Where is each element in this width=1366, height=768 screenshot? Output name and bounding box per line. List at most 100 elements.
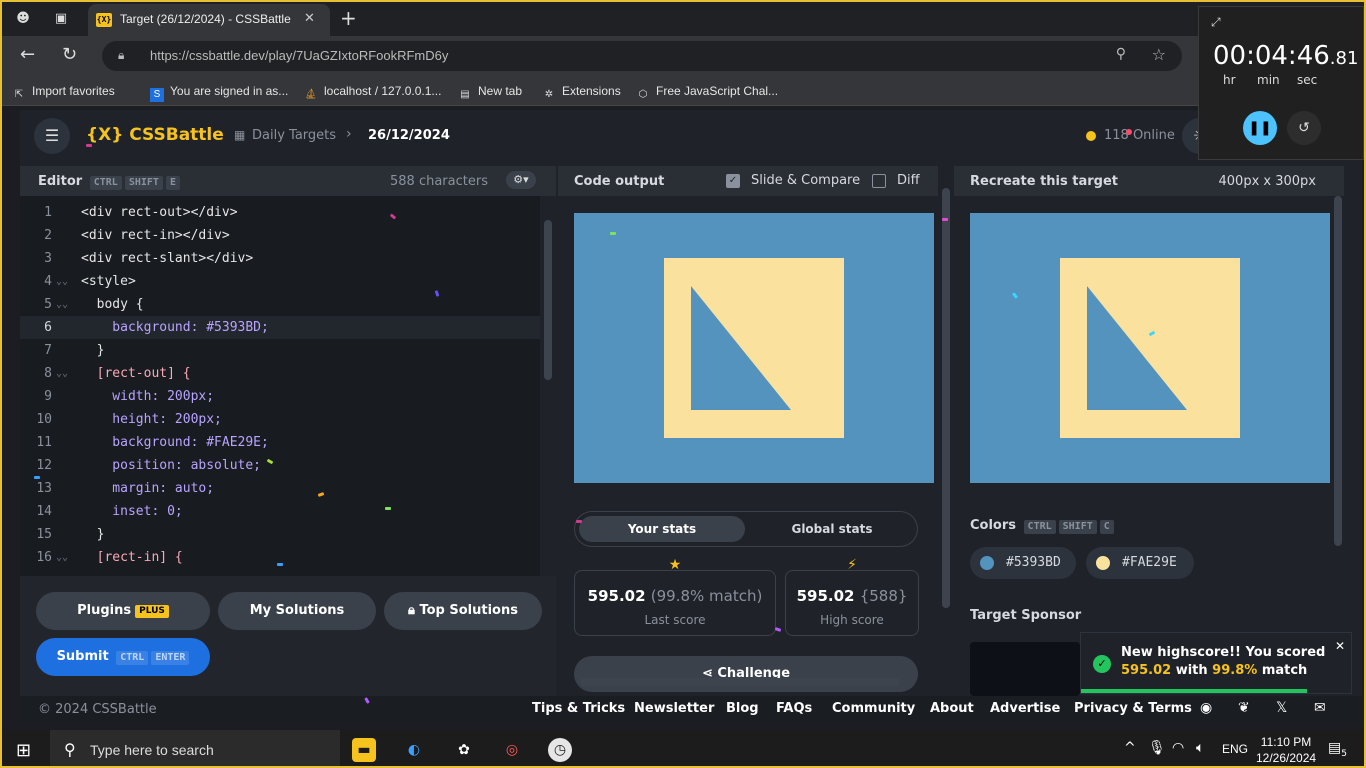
footer-link-tips[interactable]: Tips & Tricks [532, 701, 625, 716]
footer-link-about[interactable]: About [930, 701, 974, 716]
plugins-button[interactable]: Plugins PLUS [36, 592, 210, 630]
code-line[interactable]: 3 <div rect-slant></div> [20, 247, 540, 270]
profile-avatar-icon[interactable]: ☻ [12, 8, 34, 30]
code-editor[interactable]: 1 <div rect-out></div> 2 <div rect-in></di… [20, 196, 556, 576]
taskbar-search[interactable]: ⚲ Type here to search [50, 730, 340, 766]
editor-scrollbar[interactable] [540, 196, 556, 576]
code-line[interactable]: 12 position: absolute; [20, 454, 540, 477]
windows-start-icon[interactable]: ⊞ [16, 740, 31, 761]
toast-progress [1081, 689, 1307, 693]
output-h-scroll-thumb[interactable] [580, 678, 900, 686]
code-line[interactable]: 9 width: 200px; [20, 385, 540, 408]
code-line[interactable]: 15 } [20, 523, 540, 546]
code-line[interactable]: 2 <div rect-in></div> [20, 224, 540, 247]
code-line[interactable]: 5 ⌄⌄ body { [20, 293, 540, 316]
diff-checkbox[interactable] [872, 174, 886, 188]
tab-global-stats[interactable]: Global stats [749, 516, 915, 542]
fold-chevron-icon[interactable]: ⌄⌄ [56, 546, 68, 569]
footer-link-faqs[interactable]: FAQs [776, 701, 812, 716]
fold-chevron-icon[interactable]: ⌄⌄ [56, 270, 68, 293]
expand-icon[interactable]: ⤢ [1211, 15, 1221, 30]
target-scroll-thumb[interactable] [1334, 196, 1342, 546]
output-preview[interactable] [574, 213, 934, 483]
microphone-icon[interactable]: 🎙︎ [1148, 740, 1166, 756]
file-explorer-icon[interactable]: ▬ [352, 738, 376, 762]
fav-label: Extensions [562, 84, 621, 98]
code-line[interactable]: 10 height: 200px; [20, 408, 540, 431]
tab-your-stats[interactable]: Your stats [579, 516, 745, 542]
fav-signed-in[interactable]: S You are signed in as... [150, 84, 288, 102]
zoom-icon[interactable]: ⚲ [1116, 46, 1126, 62]
browser-tab[interactable]: {X} Target (26/12/2024) - CSSBattle ✕ [88, 4, 330, 36]
pause-icon[interactable]: ❚❚ [1243, 111, 1277, 145]
code-line[interactable]: 4 ⌄⌄ <style> [20, 270, 540, 293]
back-icon[interactable]: ← [20, 44, 35, 65]
footer-link-privacy[interactable]: Privacy & Terms [1074, 701, 1192, 716]
fav-new-tab[interactable]: ▤ New tab [458, 84, 522, 102]
sponsor-banner[interactable] [970, 642, 1080, 696]
mail-icon[interactable]: ✉ [1314, 700, 1326, 716]
slide-compare-checkbox[interactable]: ✓ [726, 174, 740, 188]
favorite-star-icon[interactable]: ☆ [1152, 45, 1166, 64]
fav-extensions[interactable]: ✲ Extensions [542, 84, 621, 102]
submit-button[interactable]: Submit CTRL ENTER [36, 638, 210, 676]
url-text[interactable]: https://cssbattle.dev/play/7UaGZIxtoRFoo… [150, 48, 448, 63]
editor-scroll-thumb[interactable] [544, 220, 552, 380]
notifications-icon[interactable]: ▤5 [1328, 740, 1347, 759]
code-line[interactable]: 7 } [20, 339, 540, 362]
tray-chevron-up-icon[interactable]: ^ [1124, 740, 1136, 756]
footer-link-blog[interactable]: Blog [726, 701, 759, 716]
footer-link-newsletter[interactable]: Newsletter [634, 701, 714, 716]
url-bar[interactable]: 🔒︎ https://cssbattle.dev/play/7UaGZIxtoR… [102, 41, 1182, 71]
close-tab-icon[interactable]: ✕ [304, 11, 315, 26]
code-line-active[interactable]: 6 background: #5393BD; [20, 316, 540, 339]
output-scrollbar[interactable] [938, 166, 954, 672]
breadcrumb-daily-targets[interactable]: Daily Targets [252, 128, 336, 143]
fav-import[interactable]: ⇱ Import favorites [12, 84, 115, 102]
x-twitter-icon[interactable]: 𝕏 [1276, 700, 1287, 716]
my-solutions-button[interactable]: My Solutions [218, 592, 376, 630]
clock[interactable]: 11:10 PM 12/26/2024 [1256, 734, 1316, 766]
logo[interactable]: {X} CSSBattle [86, 125, 224, 145]
discord-icon[interactable]: ◉ [1200, 700, 1212, 716]
close-icon[interactable]: ✕ [1335, 639, 1345, 653]
editor-settings-gear-icon[interactable]: ⚙▾ [506, 171, 536, 189]
target-scrollbar[interactable] [1332, 192, 1344, 592]
fold-chevron-icon[interactable]: ⌄⌄ [56, 362, 68, 385]
language-indicator[interactable]: ENG [1222, 742, 1248, 756]
reset-icon[interactable]: ↺ [1287, 111, 1321, 145]
output-h-scrollbar[interactable] [560, 674, 936, 690]
top-solutions-button[interactable]: 🔒︎ Top Solutions [384, 592, 542, 630]
footer-link-community[interactable]: Community [832, 701, 915, 716]
bluesky-icon[interactable]: ❦ [1238, 700, 1250, 716]
fav-js-challenges[interactable]: ⬡ Free JavaScript Chal... [636, 84, 778, 102]
code-text: } [81, 343, 105, 358]
char-count: 588 characters [390, 174, 488, 189]
menu-icon[interactable]: ☰ [34, 118, 70, 154]
footer-link-advertise[interactable]: Advertise [990, 701, 1060, 716]
fold-chevron-icon[interactable]: ⌄⌄ [56, 293, 68, 316]
volume-icon[interactable]: 🔈︎ [1196, 740, 1204, 756]
output-scroll-thumb[interactable] [942, 188, 950, 608]
edge-icon[interactable]: ◐ [402, 738, 426, 762]
code-line[interactable]: 11 background: #FAE29E; [20, 431, 540, 454]
code-line[interactable]: 8 ⌄⌄ [rect-out] { [20, 362, 540, 385]
output-title: Code output [574, 174, 665, 189]
code-line[interactable]: 1 <div rect-out></div> [20, 201, 540, 224]
diff-label[interactable]: Diff [897, 173, 920, 188]
chatgpt-icon[interactable]: ✿ [452, 738, 476, 762]
fav-localhost[interactable]: ⛵︎ localhost / 127.0.0.1... [304, 84, 442, 102]
clock-app-icon[interactable]: ◷ [548, 738, 572, 762]
code-line[interactable]: 14 inset: 0; [20, 500, 540, 523]
screen: ☻ ▣ {X} Target (26/12/2024) - CSSBattle … [0, 0, 1366, 768]
code-line[interactable]: 13 margin: auto; [20, 477, 540, 500]
tab-actions-icon[interactable]: ▣ [50, 8, 72, 30]
reload-icon[interactable]: ↻ [62, 44, 77, 65]
line-number: 4 [44, 274, 52, 289]
wifi-icon[interactable]: ◠ [1172, 740, 1184, 756]
color-swatch-yellow[interactable]: #FAE29E [1086, 547, 1194, 579]
slide-compare-label[interactable]: Slide & Compare [751, 173, 860, 188]
screen-recorder-icon[interactable]: ◎ [500, 738, 524, 762]
color-swatch-blue[interactable]: #5393BD [970, 547, 1076, 579]
new-tab-icon[interactable]: + [340, 6, 357, 30]
